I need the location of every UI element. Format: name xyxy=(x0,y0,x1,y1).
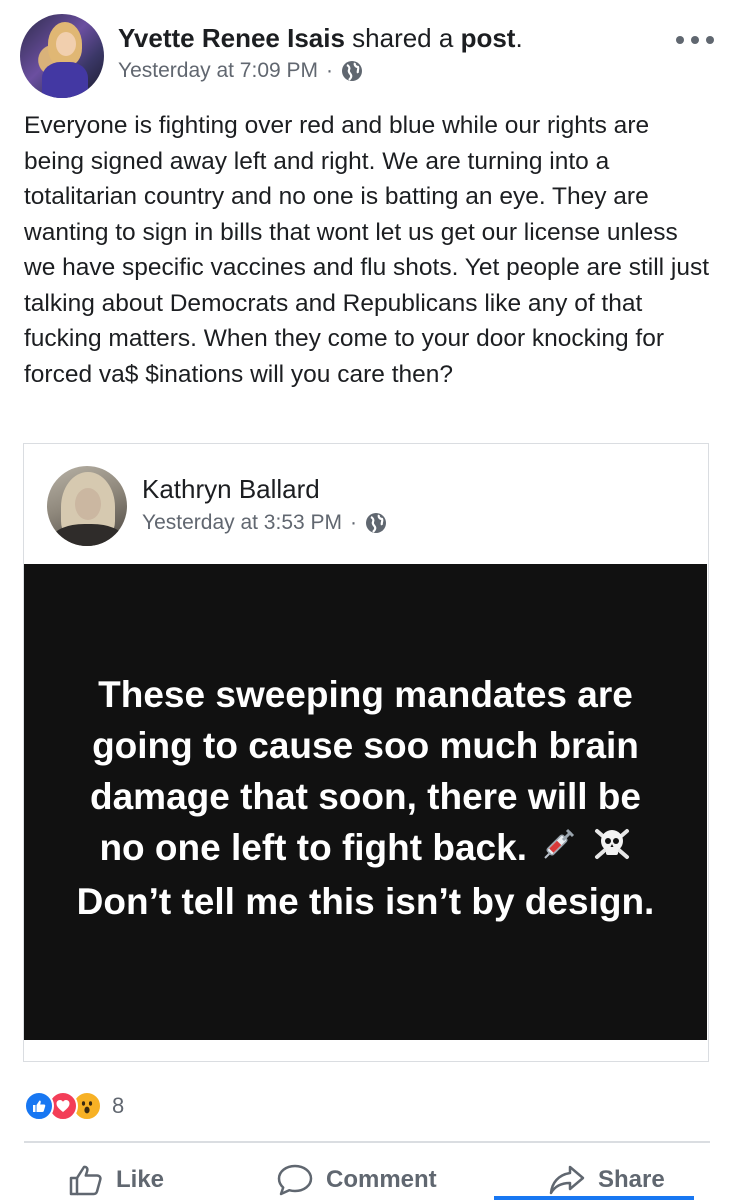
post-link[interactable]: post xyxy=(461,23,516,53)
globe-icon xyxy=(365,512,387,534)
shared-meta-separator: · xyxy=(350,511,358,534)
meta-separator: · xyxy=(326,59,334,82)
globe-icon xyxy=(341,60,363,82)
post-timestamp[interactable]: Yesterday at 7:09 PM xyxy=(118,56,318,86)
shared-post-timestamp[interactable]: Yesterday at 3:53 PM xyxy=(142,508,342,538)
shared-post-card[interactable]: Kathryn Ballard Yesterday at 3:53 PM · T… xyxy=(23,443,709,1062)
reaction-count[interactable]: 8 xyxy=(112,1093,124,1119)
more-options-icon[interactable] xyxy=(676,30,714,50)
poster-avatar[interactable] xyxy=(20,14,104,98)
shared-author-name[interactable]: Kathryn Ballard xyxy=(142,472,320,506)
post-header: Yvette Renee Isais shared a post. xyxy=(118,20,523,56)
like-reaction-icon xyxy=(24,1091,54,1121)
thumbs-up-icon xyxy=(69,1165,102,1196)
share-label: Share xyxy=(598,1166,665,1193)
like-label: Like xyxy=(116,1166,165,1193)
share-button[interactable]: Share xyxy=(548,1160,665,1200)
shared-a-text: shared a xyxy=(344,23,461,53)
comment-button[interactable]: Comment xyxy=(276,1160,437,1200)
shared-post-meta: Yesterday at 3:53 PM · xyxy=(142,508,387,538)
poster-name[interactable]: Yvette Renee Isais xyxy=(118,23,345,53)
action-divider xyxy=(24,1141,710,1143)
image-text: These sweeping mandates are going to cau… xyxy=(66,669,666,928)
like-button[interactable]: Like xyxy=(68,1160,164,1200)
comment-bubble-icon xyxy=(277,1164,313,1196)
shared-author-avatar[interactable] xyxy=(47,466,127,546)
comment-label: Comment xyxy=(326,1166,437,1193)
share-arrow-icon xyxy=(549,1165,585,1195)
image-text-closing: Don’t tell me this isn’t by design. xyxy=(76,881,655,923)
facebook-post: Yvette Renee Isais shared a post. Yester… xyxy=(0,0,732,1200)
header-period: . xyxy=(515,23,523,53)
post-meta: Yesterday at 7:09 PM · xyxy=(118,56,363,86)
text-image-post[interactable]: These sweeping mandates are going to cau… xyxy=(24,564,707,1040)
reaction-summary[interactable]: 8 xyxy=(24,1090,124,1122)
post-caption: Everyone is fighting over red and blue w… xyxy=(24,112,710,388)
syringe-icon xyxy=(541,824,577,875)
active-tab-indicator xyxy=(494,1196,694,1200)
skull-crossbones-icon xyxy=(592,823,632,876)
